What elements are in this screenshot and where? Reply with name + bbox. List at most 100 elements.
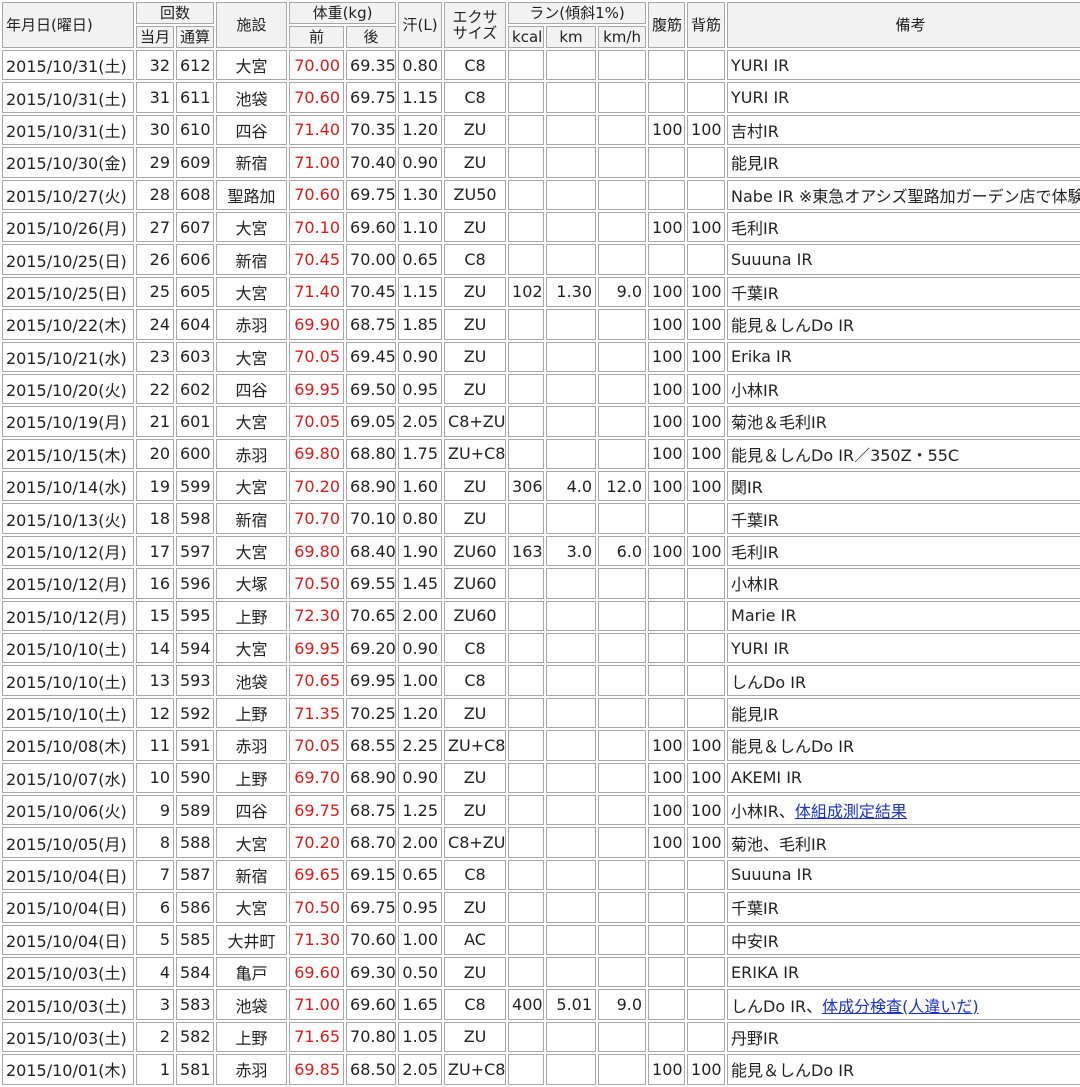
cell-weight-before: 70.65	[289, 665, 345, 696]
table-row: 2015/10/15(木) 20 600 赤羽 69.80 68.80 1.75 ZU+C8 1…	[2, 438, 1080, 470]
cell-sweat: 1.20	[398, 697, 443, 729]
cell-weight-before: 69.90	[289, 309, 345, 340]
cell-weight-before: 70.50	[289, 892, 345, 923]
cell-run-kcal	[508, 82, 545, 113]
cell-weight-before: 71.00	[289, 989, 345, 1020]
cell-count-month: 30	[136, 114, 174, 146]
header-count: 回数	[136, 2, 215, 24]
cell-run-kmh	[598, 1021, 647, 1053]
cell-back	[687, 147, 726, 178]
cell-weight-before: 69.75	[289, 794, 345, 826]
cell-date: 2015/10/10(土)	[2, 697, 134, 729]
cell-date: 2015/10/04(日)	[2, 859, 134, 891]
cell-count-month: 17	[136, 535, 174, 567]
cell-run-kmh	[598, 244, 647, 275]
cell-weight-after: 69.05	[346, 406, 397, 437]
cell-exercise: C8	[444, 989, 507, 1020]
note-text: 能見＆しんDo IR	[731, 737, 855, 757]
cell-back	[687, 859, 726, 891]
cell-weight-before: 71.65	[289, 1021, 345, 1053]
cell-weight-after: 69.20	[346, 633, 397, 664]
cell-back	[687, 50, 726, 81]
note-text: Suuuna IR	[731, 250, 813, 270]
cell-weight-after: 68.90	[346, 762, 397, 793]
cell-sweat: 0.65	[398, 244, 443, 275]
cell-exercise: ZU	[444, 762, 507, 793]
cell-run-kcal	[508, 827, 545, 858]
table-row: 2015/10/19(月) 21 601 大宮 70.05 69.05 2.05 C8+ZU 1…	[2, 406, 1080, 437]
cell-facility: 聖路加	[216, 179, 288, 210]
note-text: しんDo IR	[731, 672, 807, 692]
cell-back	[687, 82, 726, 113]
cell-weight-after: 69.60	[346, 989, 397, 1020]
note-link[interactable]: 体成分検査(人違いだ)	[822, 997, 979, 1016]
cell-weight-after: 69.50	[346, 373, 397, 405]
cell-abs	[648, 244, 686, 275]
note-text: Nabe IR ※東急オアシズ聖路加ガーデン店で体験	[731, 186, 1080, 206]
cell-weight-before: 71.35	[289, 697, 345, 729]
cell-run-kcal	[508, 924, 545, 955]
cell-sweat: 0.90	[398, 633, 443, 664]
cell-run-kcal	[508, 309, 545, 340]
cell-facility: 大宮	[216, 535, 288, 567]
cell-date: 2015/10/30(金)	[2, 147, 134, 178]
cell-sweat: 0.95	[398, 892, 443, 923]
cell-back: 100	[687, 406, 726, 437]
cell-weight-before: 69.60	[289, 956, 345, 988]
cell-run-kmh	[598, 406, 647, 437]
cell-back	[687, 503, 726, 534]
cell-back: 100	[687, 471, 726, 502]
cell-run-kcal	[508, 794, 545, 826]
cell-facility: 池袋	[216, 989, 288, 1020]
cell-notes: 関IR	[727, 471, 1080, 502]
note-link[interactable]: 体組成測定結果	[795, 802, 907, 821]
cell-run-kmh: 12.0	[598, 471, 647, 502]
cell-weight-after: 69.45	[346, 341, 397, 372]
cell-count-total: 597	[176, 535, 215, 567]
note-text: 毛利IR	[731, 543, 779, 563]
cell-count-month: 25	[136, 276, 174, 308]
cell-run-kmh	[598, 82, 647, 113]
cell-facility: 赤羽	[216, 309, 288, 340]
cell-exercise: C8+ZU	[444, 406, 507, 437]
cell-facility: 大宮	[216, 50, 288, 81]
cell-facility: 新宿	[216, 244, 288, 275]
cell-notes: 小林IR	[727, 568, 1080, 599]
note-text: Suuuna IR	[731, 865, 813, 885]
cell-date: 2015/10/12(月)	[2, 535, 134, 567]
cell-notes: Suuuna IR	[727, 859, 1080, 891]
cell-exercise: ZU	[444, 471, 507, 502]
cell-abs: 100	[648, 373, 686, 405]
cell-run-kcal	[508, 568, 545, 599]
cell-date: 2015/10/04(日)	[2, 924, 134, 955]
cell-exercise: ZU+C8	[444, 730, 507, 761]
cell-run-km	[546, 633, 597, 664]
cell-run-kmh	[598, 503, 647, 534]
cell-sweat: 0.50	[398, 956, 443, 988]
table-row: 2015/10/10(土) 14 594 大宮 69.95 69.20 0.90 C8 YURI…	[2, 633, 1080, 664]
cell-abs	[648, 82, 686, 113]
cell-sweat: 1.15	[398, 82, 443, 113]
cell-sweat: 1.45	[398, 568, 443, 599]
cell-exercise: ZU50	[444, 179, 507, 210]
cell-notes: 能見＆しんDo IR／350Z・55C	[727, 438, 1080, 470]
cell-run-kcal: 163	[508, 535, 545, 567]
cell-weight-before: 70.10	[289, 211, 345, 243]
cell-notes: Nabe IR ※東急オアシズ聖路加ガーデン店で体験	[727, 179, 1080, 210]
cell-weight-before: 71.40	[289, 276, 345, 308]
cell-run-kmh	[598, 600, 647, 632]
cell-back	[687, 633, 726, 664]
cell-date: 2015/10/22(木)	[2, 309, 134, 340]
cell-weight-after: 68.55	[346, 730, 397, 761]
cell-weight-before: 70.20	[289, 827, 345, 858]
cell-abs: 100	[648, 730, 686, 761]
cell-count-total: 589	[176, 794, 215, 826]
note-text: 能見＆しんDo IR／350Z・55C	[731, 445, 960, 465]
cell-abs	[648, 503, 686, 534]
cell-exercise: ZU	[444, 341, 507, 372]
cell-back: 100	[687, 309, 726, 340]
cell-weight-after: 70.80	[346, 1021, 397, 1053]
cell-run-km	[546, 50, 597, 81]
cell-run-kmh	[598, 730, 647, 761]
cell-abs: 100	[648, 827, 686, 858]
